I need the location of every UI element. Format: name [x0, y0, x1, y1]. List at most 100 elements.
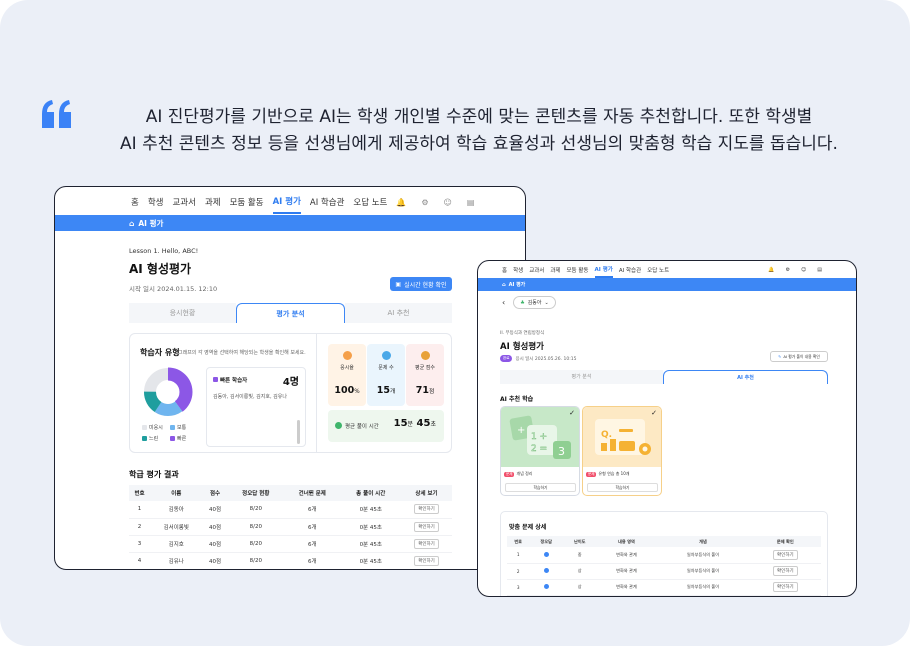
bell-icon[interactable]: 🔔 — [768, 263, 774, 276]
correct-icon — [543, 568, 549, 573]
cell-ox: 8/20 — [227, 501, 285, 519]
learn-button[interactable]: 학습하기 — [587, 483, 658, 492]
nav-textbook[interactable]: 교과서 — [172, 189, 195, 213]
svg-text:+: + — [517, 425, 525, 436]
nav-group[interactable]: 모둠 활동 — [230, 189, 264, 213]
nav-ai-learning[interactable]: AI 학습관 — [619, 262, 641, 277]
chat-icon[interactable]: ☺ — [444, 191, 452, 212]
view-question-button[interactable]: 확인하기 — [773, 582, 798, 592]
stat-average-score: 평균 점수 71점 — [406, 344, 444, 406]
nav-home[interactable]: 홈 — [502, 262, 507, 277]
teacher-analysis-window: 홈 학생 교과서 과제 모둠 활동 AI 평가 AI 학습관 오답 노트 🔔 ⚙… — [54, 186, 526, 570]
cell-skipped: 6개 — [284, 518, 341, 536]
page-title: AI 형성평가 — [129, 262, 192, 276]
top-nav: 홈 학생 교과서 과제 모둠 활동 AI 평가 AI 학습관 오답 노트 🔔 ⚙… — [478, 261, 856, 278]
view-question-button[interactable]: 확인하기 — [773, 549, 798, 560]
cell-number: 2 — [129, 518, 150, 536]
recommend-card[interactable]: + 1 + 2 = 3 ✓ 문제 개념 정리 학습하기 — [500, 406, 580, 496]
card-caption: 문제 개념 정리 — [504, 471, 532, 477]
svg-text:2 =: 2 = — [531, 444, 547, 454]
bell-icon[interactable]: 🔔 — [396, 191, 406, 212]
chevron-down-icon: ⌄ — [544, 299, 549, 306]
gear-icon[interactable]: ⚙ — [421, 191, 428, 212]
nav-ai-eval[interactable]: AI 평가 — [272, 188, 301, 214]
col-ox: 정오답 — [529, 536, 563, 547]
home-icon[interactable]: ⌂ — [129, 219, 134, 228]
cell-skipped: 6개 — [284, 552, 341, 569]
document-icon[interactable]: ▤ — [467, 191, 475, 212]
chat-icon[interactable]: ☺ — [801, 263, 806, 276]
view-question-button[interactable]: 확인하기 — [773, 566, 798, 576]
nav-wrong-note[interactable]: 오답 노트 — [647, 262, 669, 277]
learn-button[interactable]: 학습하기 — [505, 483, 576, 492]
book-icon — [381, 351, 391, 360]
cell-time: 0분 45초 — [340, 501, 401, 519]
top-nav: 홈 학생 교과서 과제 모둠 활동 AI 평가 AI 학습관 오답 노트 🔔 ⚙… — [55, 187, 525, 215]
gear-icon[interactable]: ⚙ — [786, 263, 790, 276]
tab-status[interactable]: 응시현황 — [129, 303, 236, 323]
back-arrow-icon[interactable]: ‹ — [502, 298, 505, 307]
nav-home[interactable]: 홈 — [131, 189, 139, 213]
cell-ox: 8/20 — [227, 552, 285, 569]
nav-textbook[interactable]: 교과서 — [529, 262, 544, 277]
cell-concept: 일차부등식의 풀이 — [656, 563, 750, 580]
nav-wrong-note[interactable]: 오답 노트 — [353, 189, 387, 213]
view-detail-button[interactable]: 확인하기 — [414, 538, 439, 549]
student-recommend-window: 홈 학생 교과서 과제 모둠 활동 AI 평가 AI 학습관 오답 노트 🔔 ⚙… — [477, 260, 857, 597]
table-row: 4 김유나 40점 8/20 6개 0분 45초 확인하기 — [129, 552, 452, 569]
unit-crumb: II. 무등식과 연립방정식 — [500, 331, 545, 336]
nav-ai-eval[interactable]: AI 평가 — [594, 261, 613, 278]
stat-attendance: 응시율 100% — [328, 344, 366, 406]
nav-group[interactable]: 모둠 활동 — [567, 262, 589, 277]
home-icon[interactable]: ⌂ — [502, 282, 506, 288]
card-text: 유형 연습 총 10개 — [598, 471, 630, 476]
recommend-card[interactable]: Q. ✓ 문제 유형 연습 총 10개 학습하기 — [582, 406, 662, 496]
toolbar: ‹ ♣ 김동아 ⌄ — [502, 296, 556, 309]
ai-feedback-label: AI 평가 풀이 내용 확인 — [783, 353, 820, 359]
fast-learner-label: 빠른 학습자 — [213, 376, 247, 384]
tab-analysis[interactable]: 평가 분석 — [236, 303, 345, 323]
stat-question-count: 문제 수 15개 — [367, 344, 405, 406]
stat-value: 100% — [328, 385, 366, 396]
stat-value: 71점 — [406, 385, 444, 396]
average-time-box: 평균 풀이 시간 15분 45초 — [328, 410, 444, 442]
view-detail-button[interactable]: 확인하기 — [414, 504, 439, 515]
stat-label: 평균 점수 — [415, 365, 435, 371]
document-icon[interactable]: ▤ — [817, 263, 822, 276]
correct-icon — [543, 584, 549, 589]
nav-assignment[interactable]: 과제 — [205, 189, 221, 213]
card-text: 개념 정리 — [516, 471, 533, 476]
nav-student[interactable]: 학생 — [513, 262, 523, 277]
cell-number: 2 — [507, 563, 530, 580]
nav-assignment[interactable]: 과제 — [550, 262, 560, 277]
minutes: 15 — [393, 418, 408, 429]
class-results-table: 번호 이름 점수 정오답 현황 건너뛴 문제 총 풀이 시간 상세 보기 1 김… — [129, 485, 452, 569]
cell-detail: 확인하기 — [400, 501, 452, 519]
scrollbar[interactable] — [297, 420, 300, 444]
learner-type-donut-chart[interactable] — [140, 364, 196, 420]
view-detail-button[interactable]: 확인하기 — [414, 521, 439, 532]
ai-feedback-button[interactable]: ✎ AI 평가 풀이 내용 확인 — [770, 351, 828, 362]
check-icon[interactable]: ✓ — [569, 409, 575, 417]
col-concept: 개념 — [656, 536, 750, 547]
average-time-label: 평균 풀이 시간 — [345, 424, 379, 430]
learner-type-desc: 그래프의 각 영역을 선택하여 해당되는 학생을 확인해 보세요. — [178, 350, 306, 356]
cell-ox — [529, 547, 563, 564]
nav-ai-learning[interactable]: AI 학습관 — [310, 189, 344, 213]
tab-analysis[interactable]: 평가 분석 — [500, 370, 663, 384]
monitor-icon: ▣ — [395, 280, 402, 288]
legend-item: 보통 — [170, 424, 186, 431]
exam-date: 응시 일시 2025.05.26. 10:15 — [515, 356, 577, 362]
check-icon[interactable]: ✓ — [651, 409, 657, 417]
tab-ai-recommend[interactable]: AI 추천 — [345, 303, 452, 323]
cell-check: 확인하기 — [749, 563, 821, 580]
tab-ai-recommend[interactable]: AI 추천 — [663, 370, 828, 384]
stat-value: 15개 — [367, 385, 405, 396]
realtime-status-button[interactable]: ▣ 실시간 현황 확인 — [390, 277, 452, 291]
table-header-row: 번호 이름 점수 정오답 현황 건너뛴 문제 총 풀이 시간 상세 보기 — [129, 485, 452, 501]
view-detail-button[interactable]: 확인하기 — [414, 555, 439, 566]
cell-level: 중 — [562, 547, 597, 564]
table-row: 3 김지호 40점 8/20 6개 0분 45초 확인하기 — [129, 535, 452, 553]
student-select[interactable]: ♣ 김동아 ⌄ — [513, 296, 556, 309]
nav-student[interactable]: 학생 — [148, 189, 164, 213]
